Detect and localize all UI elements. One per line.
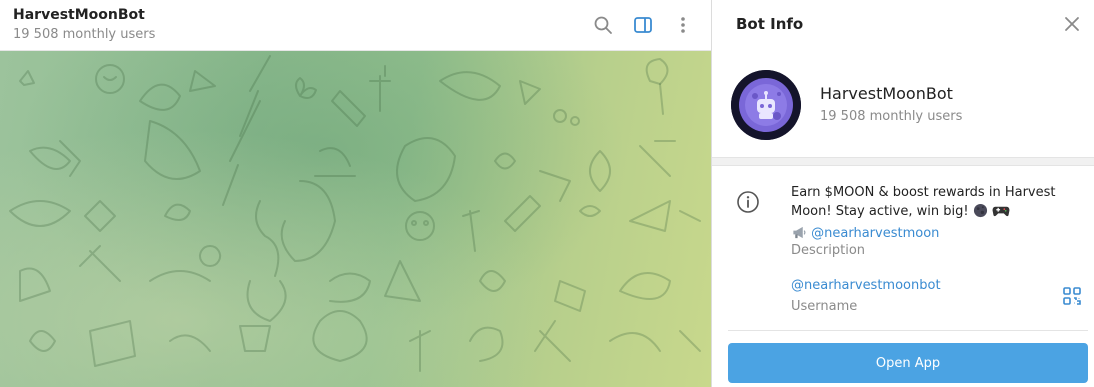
username-label: Username [791,299,858,314]
section-separator [712,157,1094,166]
info-icon [736,190,760,214]
avatar[interactable] [731,70,801,140]
bot-info-panel: Bot Info HarvestMoonBot 19 508 monthly u… [712,0,1094,387]
header-actions [591,13,695,37]
chat-wallpaper [0,51,711,387]
open-app-button[interactable]: Open App [728,343,1088,383]
close-icon[interactable] [1060,12,1084,36]
sidebar-toggle-icon[interactable] [631,13,655,37]
chat-title[interactable]: HarvestMoonBot [13,6,155,24]
bot-description: Earn $MOON & boost rewards in Harvest Mo… [791,183,1061,246]
description-link[interactable]: @nearharvestmoon [811,226,939,241]
gamepad-emoji-icon [992,203,1010,224]
more-vertical-icon[interactable] [671,13,695,37]
divider [728,330,1088,331]
description-line-1: Earn $MOON & boost rewards in Harvest [791,185,1056,200]
bot-profile: HarvestMoonBot 19 508 monthly users [712,56,1094,156]
bot-info-title: Bot Info [736,15,804,33]
bot-info-header: Bot Info [712,0,1094,48]
description-label: Description [791,243,866,258]
chat-pane: HarvestMoonBot 19 508 monthly users [0,0,711,387]
bot-monthly-users: 19 508 monthly users [820,109,963,124]
wallpaper-doodles [9,55,701,372]
moon-emoji-icon [973,203,988,224]
qr-code-icon[interactable] [1062,286,1082,306]
bot-name: HarvestMoonBot [820,84,953,103]
description-line-2: Moon! Stay active, win big! [791,204,969,219]
bot-username[interactable]: @nearharvestmoonbot [791,278,941,293]
chat-subtitle: 19 508 monthly users [13,27,156,42]
search-icon[interactable] [591,13,615,37]
chat-header[interactable]: HarvestMoonBot 19 508 monthly users [0,0,711,51]
